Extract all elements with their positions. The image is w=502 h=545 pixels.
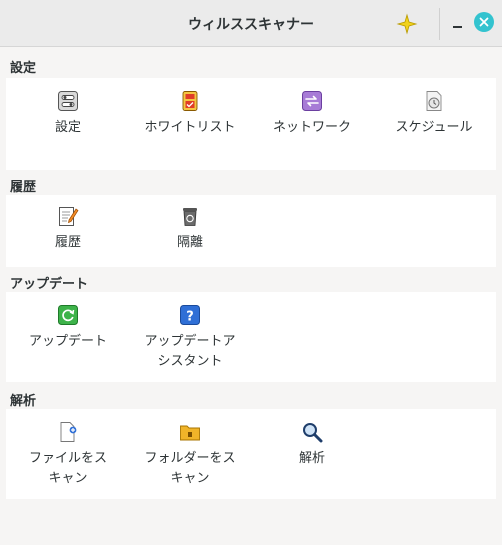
app-window: ウィルススキャナー 設定 設定 ホワイトリスト ネットワーク スケジュール 履歴… [0, 0, 502, 545]
quarantine-trash-icon [183, 208, 197, 226]
svg-text:?: ? [186, 310, 194, 325]
history-panel: 履歴 隔離 [6, 195, 496, 267]
sparkle-icon[interactable] [396, 13, 418, 35]
history-notepad-icon [59, 207, 79, 226]
titlebar-separator [439, 8, 440, 40]
schedule-clock-icon [426, 91, 442, 111]
quarantine-button[interactable]: 隔離 [130, 205, 250, 253]
update-panel: アップデート ? アップデートアシスタント [6, 292, 496, 382]
minimize-icon [453, 26, 462, 28]
section-heading-settings: 設定 [10, 61, 37, 76]
network-arrows-icon [302, 91, 322, 111]
window-title: ウィルススキャナー [188, 17, 314, 33]
history-button[interactable]: 履歴 [8, 205, 128, 253]
close-button[interactable] [474, 12, 494, 32]
analysis-button[interactable]: 解析 [252, 421, 372, 469]
schedule-button[interactable]: スケジュール [374, 90, 494, 138]
network-button[interactable]: ネットワーク [252, 90, 372, 138]
scan-file-label: ファイルをスキャン [28, 451, 107, 486]
analysis-label: 解析 [298, 451, 325, 466]
network-label: ネットワーク [272, 120, 351, 135]
update-refresh-icon [58, 305, 78, 325]
analysis-magnifier-icon [303, 423, 323, 443]
section-heading-analysis: 解析 [10, 394, 37, 409]
settings-panel: 設定 ホワイトリスト ネットワーク スケジュール [6, 78, 496, 170]
settings-label: 設定 [54, 120, 81, 135]
scan-folder-label: フォルダーをスキャン [144, 451, 236, 486]
quarantine-label: 隔離 [176, 235, 203, 250]
update-label: アップデート [28, 334, 107, 349]
section-heading-update: アップデート [10, 277, 89, 292]
whitelist-label: ホワイトリスト [144, 120, 236, 135]
settings-toggle-icon [58, 91, 78, 111]
title-bar: ウィルススキャナー [0, 0, 502, 47]
settings-button[interactable]: 設定 [8, 90, 128, 138]
whitelist-button[interactable]: ホワイトリスト [130, 90, 250, 138]
analysis-panel: ファイルをスキャン フォルダーをスキャン 解析 [6, 409, 496, 499]
scan-folder-icon [180, 425, 200, 441]
scan-folder-button[interactable]: フォルダーをスキャン [130, 421, 250, 489]
schedule-label: スケジュール [395, 120, 473, 135]
scan-file-icon [60, 422, 77, 442]
update-assistant-button[interactable]: ? アップデートアシスタント [130, 304, 250, 372]
minimize-button[interactable] [448, 13, 468, 33]
close-icon [479, 17, 489, 27]
history-label: 履歴 [54, 235, 81, 250]
update-button[interactable]: アップデート [8, 304, 128, 352]
scan-file-button[interactable]: ファイルをスキャン [8, 421, 128, 489]
update-assistant-label: アップデートアシスタント [144, 334, 236, 369]
help-question-icon: ? [180, 305, 200, 325]
whitelist-scroll-icon [182, 91, 198, 111]
section-heading-history: 履歴 [10, 180, 37, 195]
